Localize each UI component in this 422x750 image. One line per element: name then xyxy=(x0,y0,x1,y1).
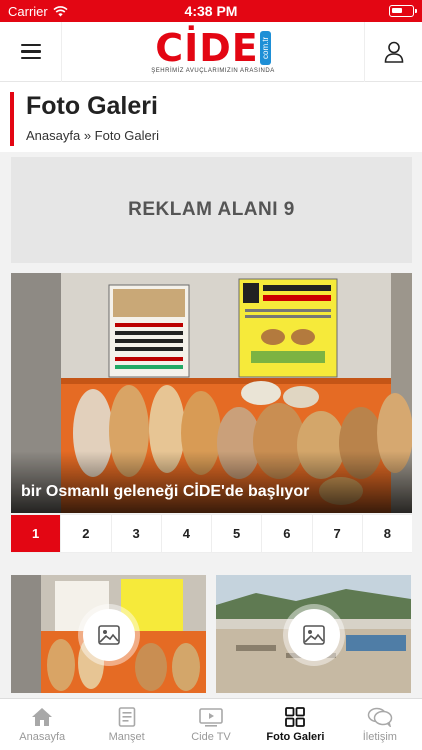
home-icon xyxy=(32,707,53,726)
ad-label: REKLAM ALANI 9 xyxy=(128,199,295,220)
featured-gallery-item[interactable]: bir Osmanlı geleneği CİDE'de başlıyor xyxy=(11,273,412,513)
gallery-thumbnail[interactable] xyxy=(216,575,411,693)
ad-banner[interactable]: REKLAM ALANI 9 xyxy=(11,157,412,263)
page-button-4[interactable]: 4 xyxy=(162,515,212,552)
page-button-7[interactable]: 7 xyxy=(313,515,363,552)
tab-foto-galeri[interactable]: Foto Galeri xyxy=(253,699,337,750)
gallery-thumbnail[interactable] xyxy=(11,575,206,693)
logo-badge: com.tr xyxy=(259,31,271,65)
tab-label: Foto Galeri xyxy=(266,730,325,743)
title-accent-bar xyxy=(10,92,14,146)
hamburger-icon xyxy=(20,40,41,64)
status-bar: Carrier 4:38 PM xyxy=(0,0,422,22)
video-icon xyxy=(199,707,223,727)
tab-cide-tv[interactable]: Cide TV xyxy=(169,699,253,750)
bottom-tab-bar: Anasayfa Manşet Cide TV Foto Galeri İlet… xyxy=(0,698,422,750)
page-button-3[interactable]: 3 xyxy=(112,515,162,552)
chat-icon xyxy=(367,707,393,727)
page-title: Foto Galeri xyxy=(26,92,158,120)
page-button-6[interactable]: 6 xyxy=(262,515,313,552)
page-header: Foto Galeri Anasayfa » Foto Galeri xyxy=(0,82,422,152)
page-button-8[interactable]: 8 xyxy=(363,515,412,552)
tab-label: Cide TV xyxy=(191,730,231,743)
site-logo[interactable]: CİDE com.tr ŞEHRİMİZ AVUÇLARIMIZIN ARASI… xyxy=(62,29,364,74)
menu-button[interactable] xyxy=(0,21,62,82)
profile-button[interactable] xyxy=(364,21,422,82)
wifi-icon xyxy=(53,5,68,16)
tab-label: Anasayfa xyxy=(19,730,66,743)
document-icon xyxy=(118,706,135,727)
tab-label: İletişim xyxy=(362,730,397,743)
image-icon xyxy=(82,609,135,661)
breadcrumb[interactable]: Anasayfa » Foto Galeri xyxy=(26,128,159,143)
tab-anasayfa[interactable]: Anasayfa xyxy=(0,699,84,750)
tab-label: Manşet xyxy=(108,730,145,743)
app-screen: Carrier 4:38 PM CİDE com.tr ŞEHRİMİZ AVU… xyxy=(0,0,422,750)
featured-caption: bir Osmanlı geleneği CİDE'de başlıyor xyxy=(11,451,412,513)
battery-icon xyxy=(389,5,417,17)
logo-text: CİDE xyxy=(155,26,259,70)
app-header: CİDE com.tr ŞEHRİMİZ AVUÇLARIMIZIN ARASI… xyxy=(0,21,422,82)
gallery-grid-icon xyxy=(285,706,306,727)
user-icon xyxy=(384,41,403,63)
image-icon xyxy=(287,609,340,661)
tab-manset[interactable]: Manşet xyxy=(84,699,168,750)
page-button-2[interactable]: 2 xyxy=(61,515,112,552)
carrier-label: Carrier xyxy=(8,3,48,19)
page-button-1[interactable]: 1 xyxy=(11,515,62,552)
logo-tagline: ŞEHRİMİZ AVUÇLARIMIZIN ARASINDA xyxy=(151,68,275,74)
gallery-pager: 1 2 3 4 5 6 7 8 xyxy=(11,514,412,553)
page-button-5[interactable]: 5 xyxy=(212,515,263,552)
tab-iletisim[interactable]: İletişim xyxy=(338,699,422,750)
